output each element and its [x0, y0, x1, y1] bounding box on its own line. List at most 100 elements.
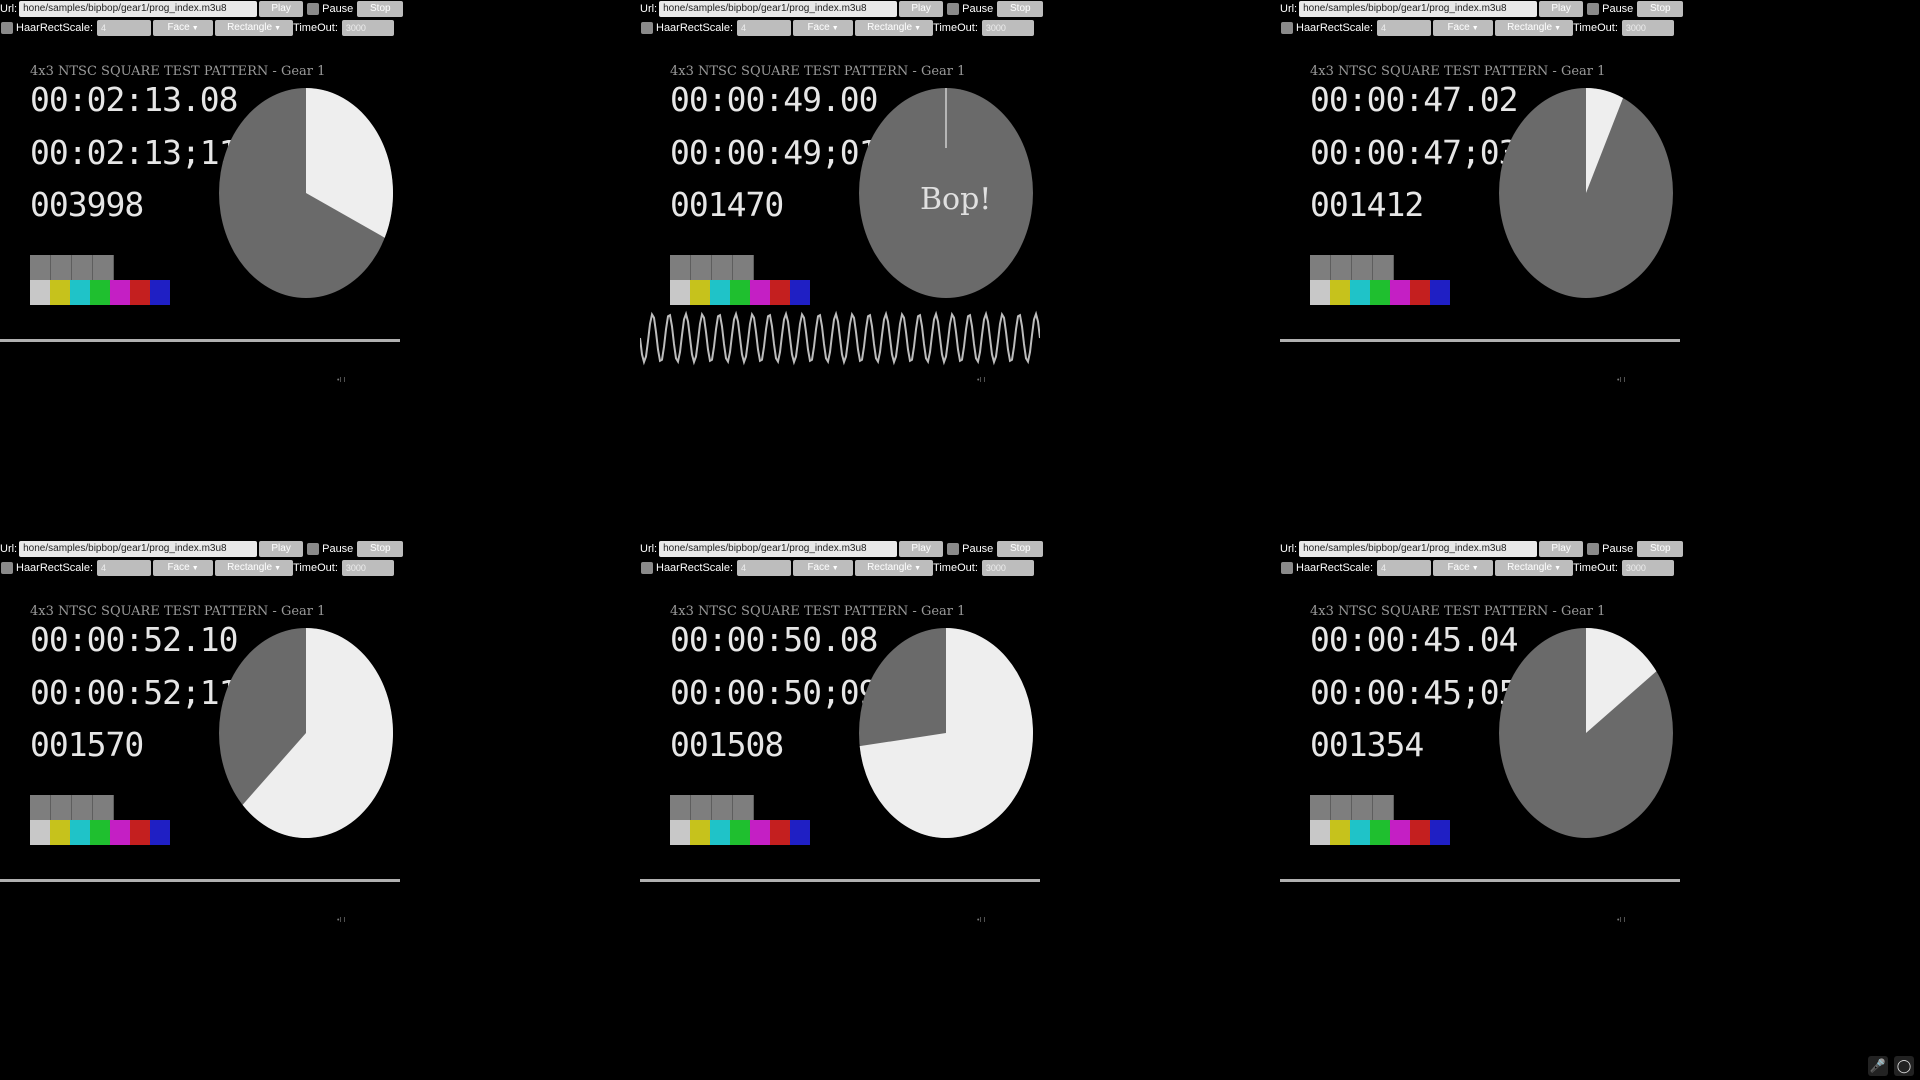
frame-counter: 001470: [670, 185, 784, 224]
face-select-label: Face: [167, 22, 190, 33]
rect-select-label: Rectangle: [1507, 562, 1553, 573]
color-bar: [93, 255, 114, 280]
pause-checkbox[interactable]: [947, 3, 960, 15]
mini-indicator: •I I: [977, 377, 986, 384]
rect-select[interactable]: Rectangle ▼: [1495, 20, 1574, 36]
timecode: 00:00:47.02: [1310, 80, 1519, 119]
color-bars: [30, 255, 172, 305]
frame-counter: 003998: [30, 185, 144, 224]
rect-select[interactable]: Rectangle ▼: [855, 20, 934, 36]
url-input[interactable]: hone/samples/bipbop/gear1/prog_index.m3u…: [659, 1, 898, 17]
color-bars-top: [30, 795, 114, 820]
refresh-icon[interactable]: ◯: [1894, 1056, 1914, 1076]
url-label: Url:: [1280, 543, 1298, 555]
haar-label: HaarRectScale:: [16, 562, 94, 574]
controls-row-1: Url: hone/samples/bipbop/gear1/prog_index…: [640, 0, 1044, 18]
video-frame[interactable]: 4x3 NTSC SQUARE TEST PATTERN - Gear 1 00:…: [0, 580, 400, 930]
haar-scale-input[interactable]: 4: [737, 560, 792, 576]
haar-scale-input[interactable]: 4: [1377, 560, 1432, 576]
play-button[interactable]: Play: [259, 1, 304, 17]
rect-select[interactable]: Rectangle ▼: [855, 560, 934, 576]
chevron-down-icon: ▼: [914, 565, 922, 572]
video-frame[interactable]: 4x3 NTSC SQUARE TEST PATTERN - Gear 1 00:…: [640, 580, 1040, 930]
pause-checkbox[interactable]: [307, 3, 320, 15]
color-bar: [93, 795, 114, 820]
stop-button[interactable]: Stop: [997, 541, 1044, 557]
url-input[interactable]: hone/samples/bipbop/gear1/prog_index.m3u…: [1299, 1, 1538, 17]
haar-checkbox[interactable]: [1, 22, 13, 34]
pause-checkbox[interactable]: [1587, 3, 1600, 15]
pause-checkbox[interactable]: [1587, 543, 1600, 555]
color-bar: [1370, 820, 1390, 845]
color-bars-top: [670, 795, 754, 820]
haar-scale-input[interactable]: 4: [737, 20, 792, 36]
color-bar: [30, 795, 51, 820]
color-bar: [790, 820, 810, 845]
color-bar: [710, 820, 730, 845]
video-frame[interactable]: 4x3 NTSC SQUARE TEST PATTERN - Gear 1 00:…: [1280, 40, 1680, 390]
stop-button[interactable]: Stop: [997, 1, 1044, 17]
stop-button[interactable]: Stop: [357, 541, 404, 557]
timeout-input[interactable]: 3000: [1621, 20, 1674, 36]
haar-checkbox[interactable]: [641, 22, 653, 34]
haar-checkbox[interactable]: [1281, 562, 1293, 574]
play-button[interactable]: Play: [899, 541, 944, 557]
mic-icon[interactable]: 🎤: [1868, 1056, 1888, 1076]
haar-label: HaarRectScale:: [1296, 22, 1374, 34]
color-bar: [30, 820, 50, 845]
pause-label: Pause: [322, 3, 354, 15]
play-button[interactable]: Play: [259, 541, 304, 557]
controls-row-2: HaarRectScale: 4 Face ▼ Rectangle ▼ TimeOut: 30…: [1280, 559, 1674, 577]
color-bars-top: [1310, 795, 1394, 820]
url-input[interactable]: hone/samples/bipbop/gear1/prog_index.m3u…: [659, 541, 898, 557]
timeout-input[interactable]: 3000: [1621, 560, 1674, 576]
url-input[interactable]: hone/samples/bipbop/gear1/prog_index.m3u…: [19, 541, 258, 557]
face-select[interactable]: Face ▼: [153, 20, 214, 36]
play-button[interactable]: Play: [1539, 1, 1584, 17]
face-select[interactable]: Face ▼: [793, 560, 854, 576]
color-bar: [1390, 820, 1410, 845]
haar-checkbox[interactable]: [1281, 22, 1293, 34]
video-frame[interactable]: 4x3 NTSC SQUARE TEST PATTERN - Gear 1 00:…: [640, 40, 1040, 390]
pause-checkbox[interactable]: [947, 543, 960, 555]
color-bar: [1310, 795, 1331, 820]
timeout-input[interactable]: 3000: [341, 20, 394, 36]
url-input[interactable]: hone/samples/bipbop/gear1/prog_index.m3u…: [19, 1, 258, 17]
test-pattern-title: 4x3 NTSC SQUARE TEST PATTERN - Gear 1: [1310, 604, 1606, 619]
face-select[interactable]: Face ▼: [153, 560, 214, 576]
pause-checkbox[interactable]: [307, 543, 320, 555]
video-frame[interactable]: 4x3 NTSC SQUARE TEST PATTERN - Gear 1 00:…: [1280, 580, 1680, 930]
color-bar: [1370, 280, 1390, 305]
url-label: Url:: [1280, 3, 1298, 15]
haar-scale-input[interactable]: 4: [97, 20, 152, 36]
audio-baseline: [1280, 339, 1680, 342]
stop-button[interactable]: Stop: [357, 1, 404, 17]
color-bar: [710, 280, 730, 305]
stop-button[interactable]: Stop: [1637, 541, 1684, 557]
rect-select[interactable]: Rectangle ▼: [215, 20, 294, 36]
face-select[interactable]: Face ▼: [793, 20, 854, 36]
timeout-input[interactable]: 3000: [341, 560, 394, 576]
haar-scale-input[interactable]: 4: [1377, 20, 1432, 36]
color-bar: [733, 255, 754, 280]
timeout-label: TimeOut:: [933, 22, 978, 34]
haar-checkbox[interactable]: [1, 562, 13, 574]
play-button[interactable]: Play: [1539, 541, 1584, 557]
play-button[interactable]: Play: [899, 1, 944, 17]
url-input[interactable]: hone/samples/bipbop/gear1/prog_index.m3u…: [1299, 541, 1538, 557]
color-bars: [670, 795, 812, 845]
rect-select[interactable]: Rectangle ▼: [1495, 560, 1574, 576]
rect-select[interactable]: Rectangle ▼: [215, 560, 294, 576]
frame-counter: 001412: [1310, 185, 1424, 224]
timeout-input[interactable]: 3000: [981, 560, 1034, 576]
haar-checkbox[interactable]: [641, 562, 653, 574]
face-select[interactable]: Face ▼: [1433, 560, 1494, 576]
color-bar: [150, 820, 170, 845]
video-frame[interactable]: 4x3 NTSC SQUARE TEST PATTERN - Gear 1 00:…: [0, 40, 400, 390]
stop-button[interactable]: Stop: [1637, 1, 1684, 17]
face-select[interactable]: Face ▼: [1433, 20, 1494, 36]
controls-row-2: HaarRectScale: 4 Face ▼ Rectangle ▼ TimeOut: 30…: [0, 19, 394, 37]
haar-scale-input[interactable]: 4: [97, 560, 152, 576]
timeout-input[interactable]: 3000: [981, 20, 1034, 36]
mini-indicator: •I I: [337, 917, 346, 924]
